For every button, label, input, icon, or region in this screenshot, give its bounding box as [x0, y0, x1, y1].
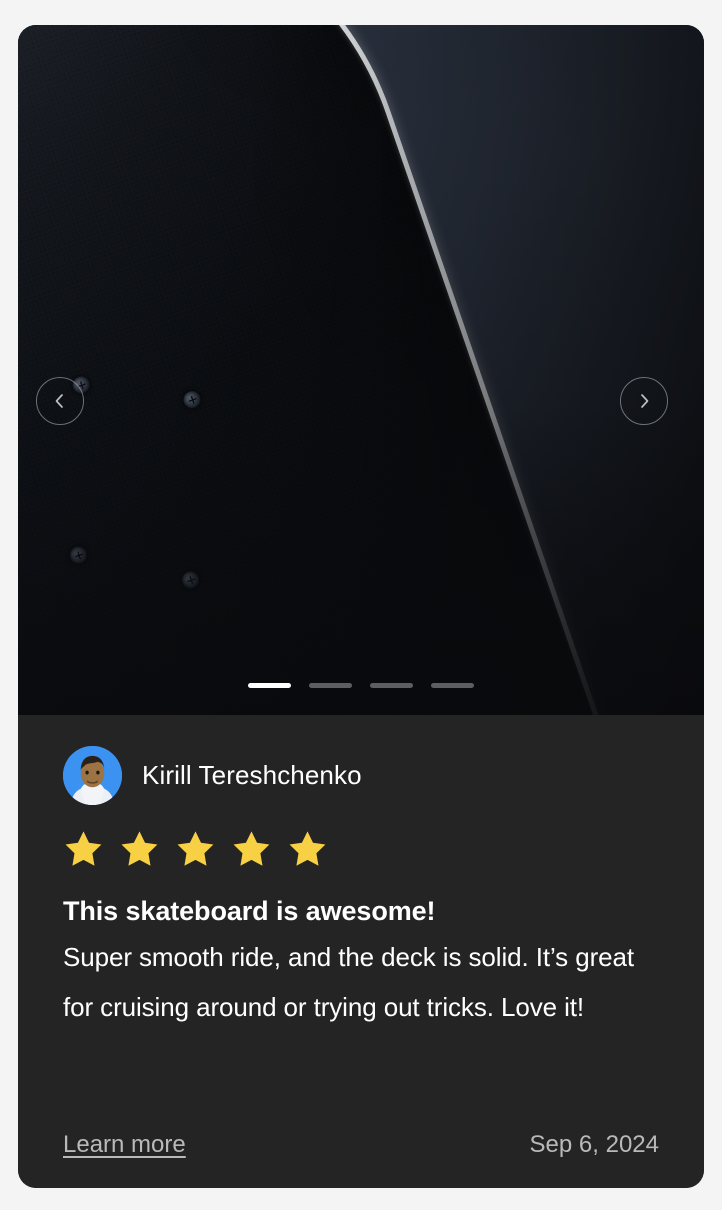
rating-stars [63, 829, 659, 870]
carousel-indicator[interactable] [309, 683, 352, 688]
review-date: Sep 6, 2024 [529, 1131, 659, 1158]
star-icon [287, 829, 328, 870]
star-icon [231, 829, 272, 870]
review-author-name: Kirill Tereshchenko [142, 760, 362, 790]
review-card: Kirill Tereshchenko This skateboard is a… [18, 25, 704, 1188]
skateboard-deck-photo [18, 25, 704, 715]
review-footer: Learn more Sep 6, 2024 [63, 1131, 659, 1159]
photo-vignette-bottom [18, 404, 704, 715]
review-title: This skateboard is awesome! [63, 896, 436, 926]
carousel-indicators [18, 683, 704, 688]
review-content: Kirill Tereshchenko This skateboard is a… [18, 715, 704, 1188]
chevron-left-icon [50, 391, 70, 411]
learn-more-link[interactable]: Learn more [63, 1131, 186, 1159]
review-author-row: Kirill Tereshchenko [63, 746, 659, 805]
carousel-indicator[interactable] [431, 683, 474, 688]
review-body: Super smooth ride, and the deck is solid… [63, 942, 634, 1022]
carousel-prev-button[interactable] [36, 377, 84, 425]
carousel-indicator[interactable] [370, 683, 413, 688]
chevron-right-icon [634, 391, 654, 411]
star-icon [63, 829, 104, 870]
avatar [63, 746, 122, 805]
carousel-indicator[interactable] [248, 683, 291, 688]
carousel-next-button[interactable] [620, 377, 668, 425]
product-image-carousel[interactable] [18, 25, 704, 715]
star-icon [175, 829, 216, 870]
star-icon [119, 829, 160, 870]
